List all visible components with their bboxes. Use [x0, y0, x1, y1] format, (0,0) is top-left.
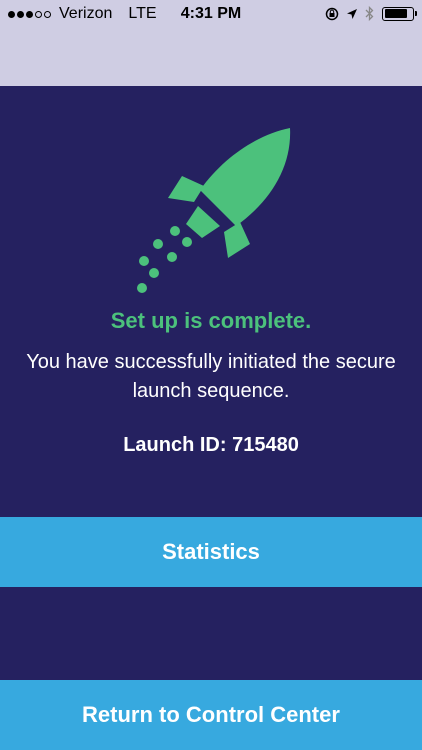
rotation-lock-icon: [325, 7, 339, 20]
statistics-button[interactable]: Statistics: [0, 517, 422, 587]
app-screen: Verizon LTE 4:31 PM Set up is complete. …: [0, 0, 422, 750]
status-bar: Verizon LTE 4:31 PM: [0, 0, 422, 28]
rocket-icon: [137, 128, 291, 293]
setup-complete-heading: Set up is complete.: [110, 308, 312, 333]
battery-icon: [382, 6, 417, 21]
battery-tip: [414, 11, 417, 16]
success-message: You have successfully initiated the secu…: [26, 351, 396, 402]
return-to-control-center-button[interactable]: Return to Control Center: [0, 680, 422, 750]
battery-fill: [384, 9, 407, 18]
location-arrow-icon: [347, 8, 357, 19]
launch-id: Launch ID: 715480: [123, 434, 299, 456]
navigation-bar: [0, 28, 422, 86]
status-right: [318, 6, 417, 21]
bluetooth-icon: [365, 6, 374, 21]
